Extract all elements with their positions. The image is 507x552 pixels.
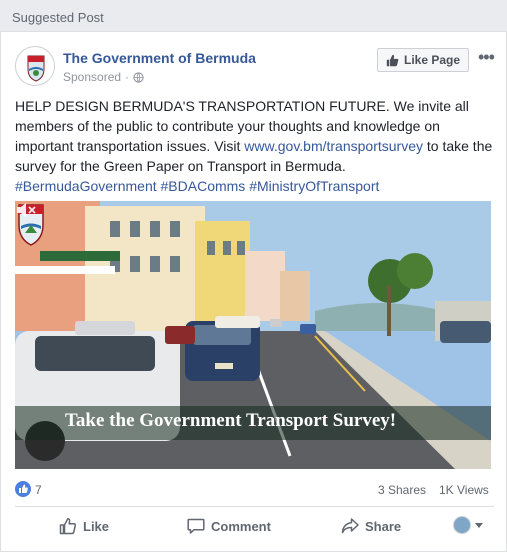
user-avatar bbox=[453, 516, 471, 534]
like-page-label: Like Page bbox=[404, 53, 461, 67]
comment-label: Comment bbox=[211, 518, 271, 534]
volume-mute-icon[interactable] bbox=[15, 201, 37, 219]
chevron-down-icon bbox=[475, 522, 483, 528]
page-avatar[interactable] bbox=[15, 46, 55, 86]
like-reaction-icon[interactable] bbox=[15, 481, 31, 497]
comment-button[interactable]: Comment bbox=[187, 512, 271, 540]
comment-icon bbox=[187, 518, 205, 534]
like-count[interactable]: 7 bbox=[35, 483, 42, 497]
post-card: The Government of Bermuda Sponsored · Li… bbox=[0, 32, 507, 552]
page-name-link[interactable]: The Government of Bermuda bbox=[63, 50, 256, 66]
sponsored-label: Sponsored · bbox=[63, 70, 144, 84]
views-count: 1K Views bbox=[439, 483, 489, 497]
thumbs-up-outline-icon bbox=[59, 518, 77, 535]
share-button[interactable]: Share bbox=[341, 512, 401, 540]
post-text: HELP DESIGN BERMUDA'S TRANSPORTATION FUT… bbox=[15, 96, 495, 196]
suggested-post-label: Suggested Post bbox=[12, 10, 104, 25]
share-arrow-icon bbox=[341, 518, 359, 534]
survey-banner-text: Take the Government Transport Survey! bbox=[65, 410, 397, 431]
like-button[interactable]: Like bbox=[59, 512, 109, 540]
sponsored-text: Sponsored bbox=[63, 70, 122, 84]
separator-dot: · bbox=[125, 70, 130, 84]
thumbs-up-icon bbox=[386, 54, 399, 66]
post-stats: 7 3 Shares 1K Views bbox=[15, 480, 495, 500]
more-options-button[interactable]: ••• bbox=[478, 48, 495, 66]
share-label: Share bbox=[365, 518, 402, 534]
survey-link[interactable]: www.gov.bm/transportsurvey bbox=[244, 138, 423, 154]
actions-divider bbox=[15, 506, 494, 507]
video-player[interactable]: Take the Government Transport Survey! bbox=[15, 201, 491, 469]
shares-count[interactable]: 3 Shares bbox=[378, 483, 426, 497]
post-header: The Government of Bermuda Sponsored · Li… bbox=[15, 46, 495, 90]
like-page-button[interactable]: Like Page bbox=[377, 48, 470, 72]
like-label: Like bbox=[83, 518, 110, 534]
globe-icon bbox=[133, 71, 144, 83]
audience-selector[interactable] bbox=[453, 516, 483, 534]
hashtags-link[interactable]: #BermudaGovernment #BDAComms #MinistryOf… bbox=[15, 178, 379, 194]
